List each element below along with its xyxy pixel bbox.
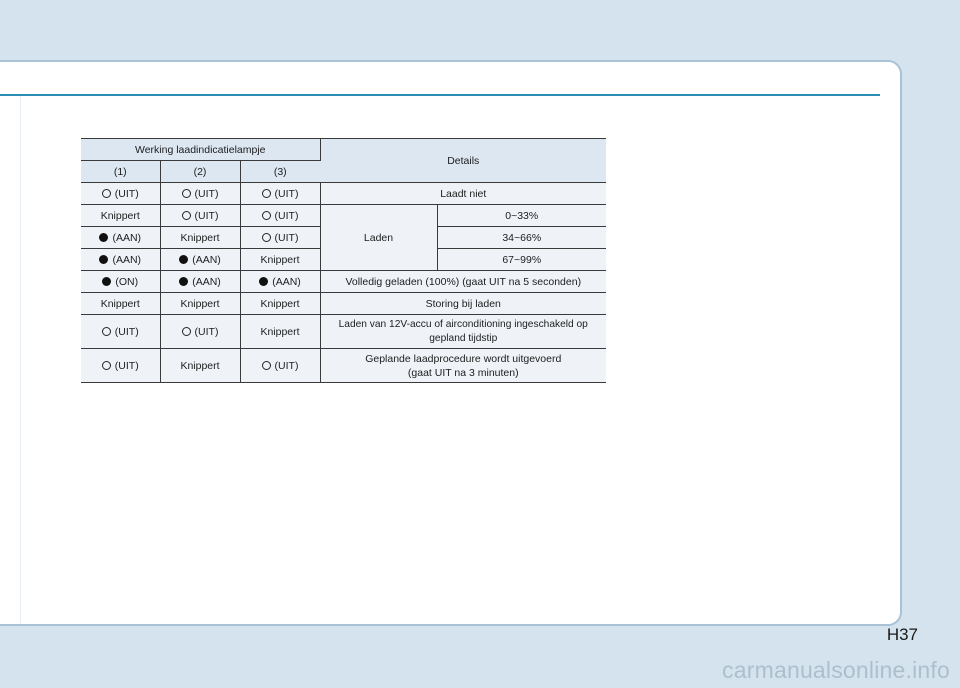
indicator-state-text: (UIT): [194, 187, 219, 200]
indicator-state-text: (UIT): [274, 231, 299, 244]
circle-filled-icon: [179, 276, 189, 286]
detail-cell: Storing bij laden: [320, 292, 607, 315]
detail-cell: 34~66%: [437, 226, 607, 249]
indicator-state-text: (UIT): [114, 325, 139, 338]
indicator-1-cell: Knippert: [81, 204, 161, 227]
table-row: (UIT) (UIT) (UIT) Laadt niet: [81, 182, 607, 205]
circle-outline-icon: [101, 326, 111, 336]
indicator-state-text: Knippert: [100, 297, 140, 310]
detail-cell: Geplande laadprocedure wordt uitgevoerd(…: [320, 348, 607, 383]
indicator-state-text: Knippert: [260, 253, 300, 266]
detail-cell: Volledig geladen (100%) (gaat UIT na 5 s…: [320, 270, 607, 293]
detail-line-2: gepland tijdstip: [429, 332, 498, 344]
table-row: (UIT) Knippert (UIT) Geplande laadprocedure…: [81, 348, 607, 383]
detail-group-laden: Laden: [320, 204, 438, 271]
table-row: (ON) (AAN) (AAN) Volledig geladen (100%) (g…: [81, 270, 607, 293]
circle-outline-icon: [181, 210, 191, 220]
indicator-state-text: (ON): [115, 275, 139, 288]
indicator-2-cell: (AAN): [160, 248, 241, 271]
detail-cell: 0~33%: [437, 204, 607, 227]
table-row: Knippert (UIT) (UIT) Laden 0~33%: [81, 204, 607, 271]
indicator-state-text: (UIT): [114, 359, 139, 372]
circle-outline-icon: [181, 326, 191, 336]
indicator-1-cell: (UIT): [81, 182, 161, 205]
indicator-state-text: (UIT): [274, 359, 299, 372]
indicator-1-cell: (UIT): [81, 348, 161, 383]
detail-line-2: (gaat UIT na 3 minuten): [407, 366, 519, 379]
indicator-3-cell: Knippert: [240, 314, 321, 349]
indicator-state-text: (AAN): [192, 253, 221, 266]
indicator-1-cell: Knippert: [81, 292, 161, 315]
indicator-state-text: (AAN): [192, 275, 221, 288]
indicator-1-cell: (AAN): [81, 248, 161, 271]
indicator-state-text: (UIT): [194, 325, 219, 338]
circle-outline-icon: [261, 188, 271, 198]
circle-filled-icon: [99, 254, 109, 264]
circle-filled-icon: [179, 254, 189, 264]
circle-outline-icon: [261, 232, 271, 242]
circle-outline-icon: [261, 360, 271, 370]
circle-filled-icon: [99, 232, 109, 242]
indicator-table: Werking laadindicatielampje Details (1) …: [81, 138, 607, 383]
table-header-row: Werking laadindicatielampje Details: [81, 138, 607, 183]
circle-filled-icon: [102, 276, 112, 286]
table-row: (UIT) (UIT) Knippert Laden van 12V-accu of …: [81, 314, 607, 349]
circle-outline-icon: [181, 188, 191, 198]
indicator-3-cell: (UIT): [240, 226, 321, 249]
header-col-2: (2): [160, 160, 241, 183]
indicator-1-cell: (ON): [81, 270, 161, 293]
header-col-3: (3): [240, 160, 320, 183]
indicator-2-cell: (UIT): [160, 314, 241, 349]
indicator-state-text: Knippert: [180, 359, 220, 372]
indicator-2-cell: Knippert: [160, 348, 241, 383]
indicator-3-cell: (UIT): [240, 348, 321, 383]
indicator-2-cell: Knippert: [160, 292, 241, 315]
margin-line: [20, 96, 21, 624]
circle-outline-icon: [101, 360, 111, 370]
circle-outline-icon: [261, 210, 271, 220]
table-row: Knippert Knippert Knippert Storing bij lade…: [81, 292, 607, 315]
indicator-state-text: (UIT): [114, 187, 139, 200]
indicator-state-text: Knippert: [180, 231, 220, 244]
indicator-state-text: (UIT): [274, 187, 299, 200]
indicator-1-cell: (AAN): [81, 226, 161, 249]
indicator-state-text: (AAN): [112, 231, 142, 244]
indicator-state-text: (AAN): [112, 253, 142, 266]
indicator-state-text: Knippert: [100, 209, 140, 222]
indicator-3-cell: Knippert: [240, 292, 321, 315]
header-rule: [0, 94, 880, 96]
indicator-state-text: Knippert: [260, 325, 300, 338]
circle-filled-icon: [259, 276, 269, 286]
indicator-2-cell: (UIT): [160, 204, 241, 227]
indicator-state-text: (UIT): [194, 209, 219, 222]
indicator-state-text: (UIT): [274, 209, 299, 222]
header-details: Details: [320, 138, 607, 183]
detail-cell: 67~99%: [437, 248, 607, 271]
indicator-3-cell: Knippert: [240, 248, 321, 271]
indicator-3-cell: (UIT): [240, 182, 321, 205]
indicator-3-cell: (AAN): [240, 270, 321, 293]
indicator-state-text: Knippert: [260, 297, 300, 310]
page-number: H37: [886, 625, 918, 644]
header-indicator-group: Werking laadindicatielampje: [81, 138, 321, 161]
indicator-2-cell: (AAN): [160, 270, 241, 293]
indicator-state-text: Knippert: [180, 297, 220, 310]
indicator-state-text: (AAN): [272, 275, 301, 288]
circle-outline-icon: [101, 188, 111, 198]
indicator-3-cell: (UIT): [240, 204, 321, 227]
indicator-2-cell: Knippert: [160, 226, 241, 249]
watermark: carmanualsonline.info: [722, 657, 950, 683]
indicator-1-cell: (UIT): [81, 314, 161, 349]
indicator-2-cell: (UIT): [160, 182, 241, 205]
detail-line-1: Laden van 12V-accu of airconditioning in…: [338, 318, 588, 330]
detail-cell: Laadt niet: [320, 182, 607, 205]
detail-cell: Laden van 12V-accu of airconditioning in…: [320, 314, 607, 349]
header-col-1: (1): [81, 160, 161, 183]
detail-line-1: Geplande laadprocedure wordt uitgevoerd: [365, 352, 562, 365]
